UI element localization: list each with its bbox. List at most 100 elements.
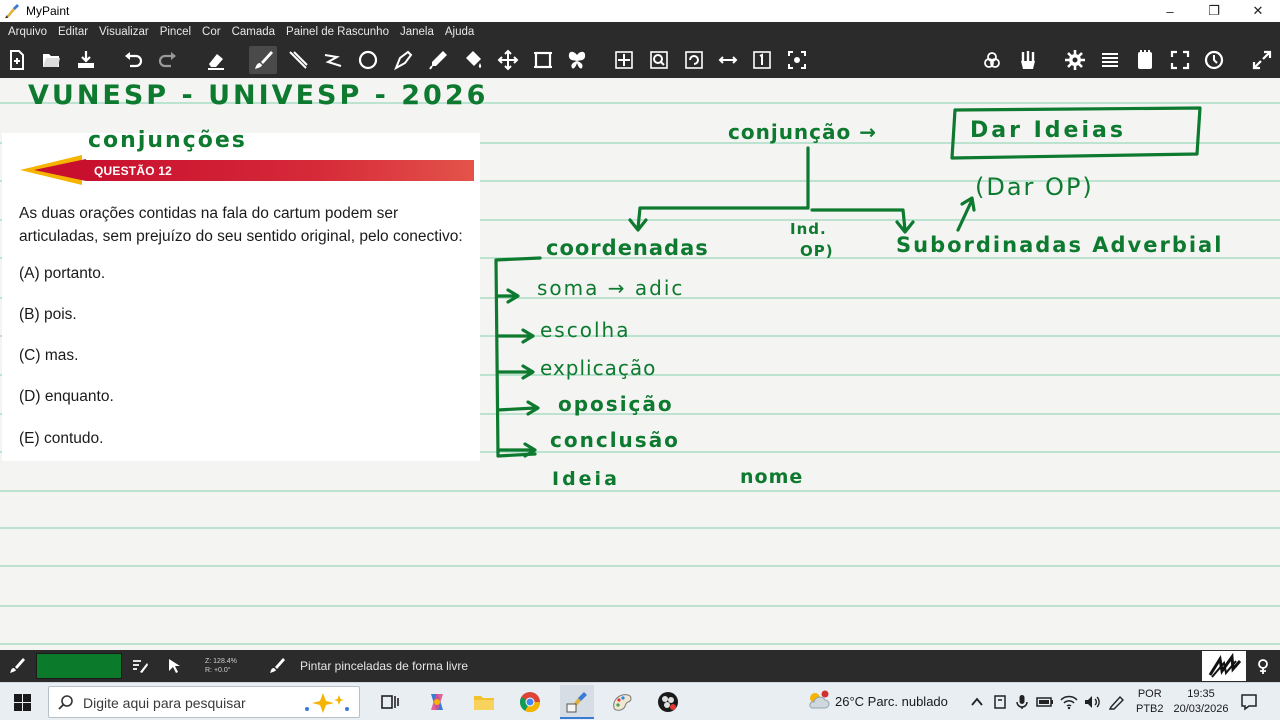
- file-explorer-icon[interactable]: [472, 690, 496, 714]
- menu-janela[interactable]: Janela: [396, 26, 441, 38]
- menu-cor[interactable]: Cor: [198, 26, 228, 38]
- color-picker-button[interactable]: [424, 46, 452, 74]
- layers-button[interactable]: [978, 46, 1006, 74]
- new-file-button[interactable]: [3, 46, 31, 74]
- eraser-button[interactable]: [202, 46, 230, 74]
- move-arrows-icon: [497, 49, 519, 71]
- edit-brush-icon[interactable]: [131, 657, 149, 675]
- download-icon: [78, 51, 94, 68]
- scratchpad-button[interactable]: [1131, 46, 1159, 74]
- volume-icon[interactable]: [1083, 694, 1101, 710]
- menu-ajuda[interactable]: Ajuda: [441, 26, 481, 38]
- freehand-brush-button[interactable]: [249, 46, 277, 74]
- ink-ideia: Ideia: [552, 468, 620, 490]
- menu-visualizar[interactable]: Visualizar: [95, 26, 156, 38]
- frame-button[interactable]: [529, 46, 557, 74]
- frame-icon: [534, 51, 552, 69]
- eyedropper-icon: [429, 51, 447, 70]
- fullscreen-button[interactable]: [1166, 46, 1194, 74]
- rotate-view-button[interactable]: [680, 46, 708, 74]
- tray-device-icon[interactable]: [992, 694, 1008, 710]
- expand-button[interactable]: [1248, 46, 1276, 74]
- redo-button[interactable]: [154, 46, 182, 74]
- taskbar-search-box[interactable]: Digite aqui para pesquisar: [48, 686, 360, 718]
- minimize-button[interactable]: –: [1148, 0, 1192, 22]
- freehand-mode-icon: [270, 658, 285, 673]
- paint-app-icon[interactable]: [610, 690, 634, 714]
- ink-dar-op: (Dar OP): [975, 173, 1094, 201]
- menu-editar[interactable]: Editar: [54, 26, 95, 38]
- brushes-button[interactable]: [1014, 46, 1042, 74]
- ink-topic: conjunções: [88, 128, 247, 153]
- tray-chevron-up-icon[interactable]: [970, 695, 984, 709]
- brush-tool-icon[interactable]: [8, 657, 26, 675]
- bucket-fill-icon: [466, 51, 482, 68]
- task-view-icon[interactable]: [378, 690, 402, 714]
- ellipse-tool-button[interactable]: [354, 46, 382, 74]
- mode-description: Pintar pinceladas de forma livre: [300, 659, 469, 673]
- brush-preview[interactable]: [1202, 651, 1246, 681]
- fit-icon: [788, 51, 806, 69]
- notepad-icon: [1138, 50, 1152, 69]
- brush-icon: [255, 51, 273, 69]
- close-button[interactable]: ✕: [1236, 0, 1280, 22]
- microphone-icon[interactable]: [1014, 694, 1030, 710]
- pen-input-icon[interactable]: [1108, 694, 1126, 710]
- notification-icon[interactable]: [1240, 693, 1258, 711]
- ink-item-escolha: escolha: [540, 318, 631, 342]
- wifi-icon[interactable]: [1060, 694, 1078, 710]
- actual-size-icon: [753, 51, 771, 69]
- ink-coordenadas: coordenadas: [546, 236, 709, 260]
- menu-arquivo[interactable]: Arquivo: [4, 26, 54, 38]
- status-bar: Z: 128.4% R: +0.0° Pintar pinceladas de …: [0, 650, 1280, 682]
- obs-studio-icon[interactable]: [656, 690, 680, 714]
- undo-button[interactable]: [119, 46, 147, 74]
- ink-dar-ideias: Dar Ideias: [970, 118, 1126, 143]
- search-placeholder: Digite aqui para pesquisar: [83, 695, 246, 711]
- save-button[interactable]: [72, 46, 100, 74]
- ink-tool-button[interactable]: [389, 46, 417, 74]
- fit-view-button[interactable]: [783, 46, 811, 74]
- open-file-button[interactable]: [37, 46, 65, 74]
- pointer-settings-icon[interactable]: [166, 657, 184, 675]
- fill-tool-button[interactable]: [459, 46, 487, 74]
- system-clock[interactable]: 19:35 20/03/2026: [1170, 687, 1232, 717]
- weather-cloud-icon[interactable]: [806, 689, 830, 713]
- input-language-indicator[interactable]: POR PTB2: [1136, 687, 1164, 717]
- brushes-icon: [1021, 51, 1035, 69]
- mirror-view-button[interactable]: [714, 46, 742, 74]
- menu-pincel[interactable]: Pincel: [156, 26, 198, 38]
- windows-start-icon[interactable]: [14, 694, 31, 711]
- zoom-icon: [650, 51, 668, 69]
- history-button[interactable]: [1200, 46, 1228, 74]
- restore-button[interactable]: ❐: [1192, 0, 1236, 22]
- zoom-view-button[interactable]: [645, 46, 673, 74]
- brush-settings-icon[interactable]: [1254, 657, 1272, 675]
- line-tool-button[interactable]: [284, 46, 312, 74]
- menu-camada[interactable]: Camada: [228, 26, 282, 38]
- battery-icon[interactable]: [1036, 694, 1054, 710]
- clock-time: 19:35: [1187, 688, 1215, 700]
- mypaint-app-icon: [5, 4, 19, 18]
- menu-bar: Arquivo Editar Visualizar Pincel Cor Cam…: [0, 22, 1280, 42]
- eraser-icon: [208, 54, 224, 70]
- current-color-swatch[interactable]: [36, 653, 122, 679]
- drawing-canvas[interactable]: QUESTÃO 12 As duas orações contidas na f…: [0, 78, 1280, 650]
- mypaint-taskbar-button[interactable]: [560, 685, 594, 719]
- language-code: POR: [1137, 688, 1162, 700]
- copilot-app-icon[interactable]: [425, 690, 449, 714]
- weather-text[interactable]: 26°C Parc. nublado: [835, 694, 948, 709]
- chrome-icon[interactable]: [518, 690, 542, 714]
- move-layer-button[interactable]: [494, 46, 522, 74]
- butterfly-icon: [568, 51, 586, 69]
- connected-lines-button[interactable]: [319, 46, 347, 74]
- layers-icon: [984, 52, 1000, 68]
- menu-painel-rascunho[interactable]: Painel de Rascunho: [282, 26, 396, 38]
- reset-zoom-button[interactable]: [748, 46, 776, 74]
- symmetry-button[interactable]: [563, 46, 591, 74]
- settings-button[interactable]: [1061, 46, 1089, 74]
- window-title: MyPaint: [26, 4, 70, 18]
- pan-view-button[interactable]: [610, 46, 638, 74]
- ink-item-explicacao: explicação: [540, 356, 657, 380]
- menu-list-button[interactable]: [1096, 46, 1124, 74]
